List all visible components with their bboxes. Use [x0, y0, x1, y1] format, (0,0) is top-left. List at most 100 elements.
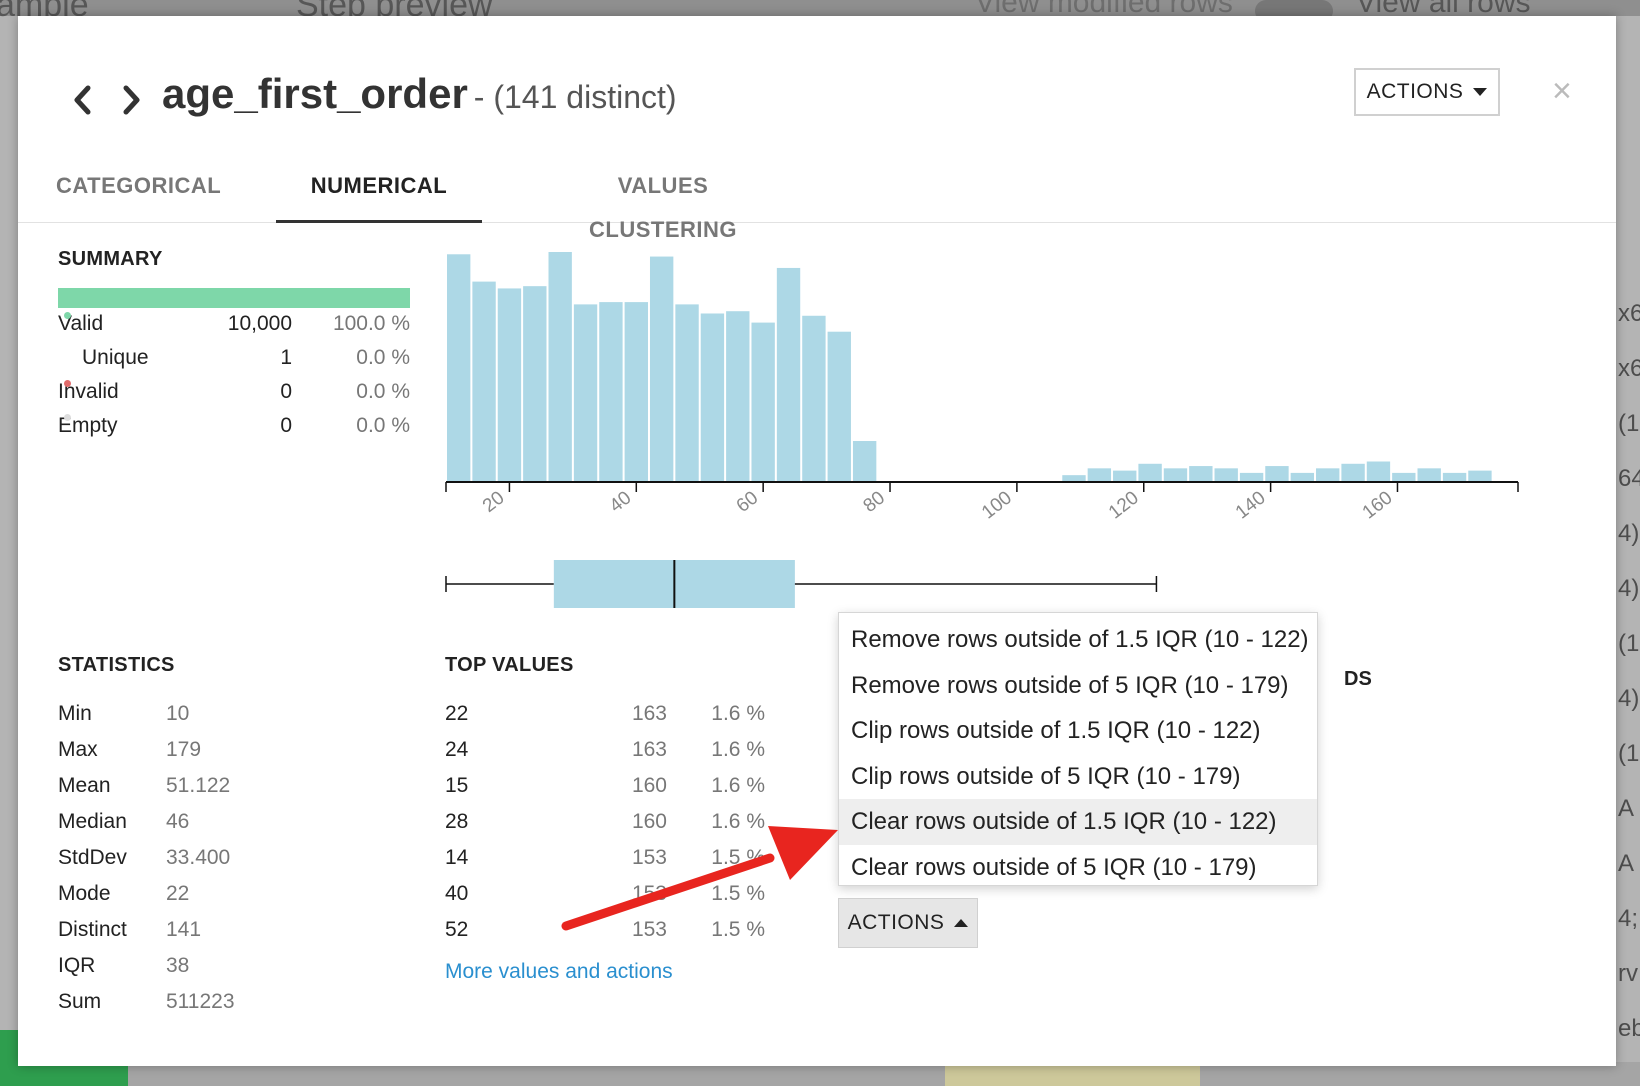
- outlier-menu-item[interactable]: Clear rows outside of 1.5 IQR (10 - 122): [839, 799, 1317, 845]
- histogram-bar: [1265, 466, 1289, 482]
- histogram-bar: [1468, 470, 1492, 482]
- summary-label: Unique: [82, 346, 149, 369]
- tab-categorical[interactable]: CATEGORICAL: [56, 164, 221, 220]
- background-right-text: x6: [1618, 300, 1640, 327]
- histogram-bar: [675, 304, 699, 482]
- background-right-text: A: [1618, 850, 1635, 877]
- statistic-name: Min: [58, 702, 92, 725]
- analysis-tabs: CATEGORICAL NUMERICAL VALUES CLUSTERING: [18, 164, 1616, 242]
- statistic-value: 46: [166, 810, 190, 833]
- top-value-count: 160: [631, 774, 667, 797]
- modal-title: age_first_order - (141 distinct): [162, 70, 677, 118]
- top-value: 40: [445, 882, 469, 905]
- top-value-row[interactable]: 14 153 1.5 %: [445, 846, 765, 880]
- hidden-section-title-fragment: DS: [1344, 668, 1372, 690]
- x-tick-label: 80: [860, 487, 890, 517]
- x-tick-label: 40: [606, 487, 636, 517]
- histogram-bar: [1417, 468, 1441, 482]
- statistic-name: IQR: [58, 954, 96, 977]
- statistic-value: 10: [166, 702, 190, 725]
- top-value: 22: [445, 702, 469, 725]
- top-value-row[interactable]: 22 163 1.6 %: [445, 702, 765, 736]
- background-right-text: rv: [1618, 960, 1638, 987]
- outlier-menu-item[interactable]: Clip rows outside of 1.5 IQR (10 - 122): [839, 708, 1317, 754]
- histogram-bar: [852, 441, 877, 482]
- summary-row-invalid: Invalid 0 0.0 %: [58, 380, 410, 414]
- histogram-bar: [802, 315, 826, 482]
- x-tick-label: 100: [978, 487, 1016, 523]
- background-right-text: 4) /: [1618, 520, 1640, 547]
- summary-percent: 0.0 %: [356, 414, 410, 437]
- top-value-row[interactable]: 40 153 1.5 %: [445, 882, 765, 916]
- background-right-text: (1: [1618, 630, 1640, 657]
- x-tick-label: 20: [479, 487, 509, 517]
- top-value-percent: 1.5 %: [711, 882, 765, 905]
- top-value-row[interactable]: 52 153 1.5 %: [445, 918, 765, 952]
- tab-values-clustering[interactable]: VALUES CLUSTERING: [550, 164, 776, 242]
- statistic-name: Median: [58, 810, 127, 833]
- outlier-actions-button[interactable]: ACTIONS: [838, 898, 978, 948]
- summary-title: SUMMARY: [58, 248, 163, 270]
- histogram-bar: [472, 281, 496, 482]
- background-right-text: x6: [1618, 355, 1640, 382]
- histogram-bar: [649, 256, 674, 482]
- histogram-bar: [1392, 472, 1416, 482]
- more-values-link[interactable]: More values and actions: [445, 960, 673, 984]
- statistic-name: Mode: [58, 882, 111, 905]
- histogram-bar: [1316, 468, 1340, 482]
- top-value: 28: [445, 810, 469, 833]
- histogram-bar: [1239, 472, 1264, 482]
- background-right-text: A: [1618, 795, 1635, 822]
- histogram-bar: [827, 331, 851, 482]
- top-value-count: 163: [631, 738, 667, 761]
- top-value: 14: [445, 846, 469, 869]
- outlier-actions-label: ACTIONS: [847, 911, 945, 934]
- x-tick-label: 140: [1232, 487, 1270, 523]
- statistic-value: 179: [166, 738, 202, 761]
- summary-row-empty: Empty 0 0.0 %: [58, 414, 410, 448]
- background-right-text: 4; l: [1618, 905, 1640, 932]
- x-tick-label: 160: [1359, 487, 1397, 523]
- background-right-text: (1: [1618, 410, 1640, 437]
- chevron-left-icon: [74, 85, 91, 115]
- top-value-percent: 1.6 %: [711, 810, 765, 833]
- histogram-bar: [700, 313, 725, 482]
- statistic-value: 22: [166, 882, 190, 905]
- outlier-menu-item[interactable]: Remove rows outside of 1.5 IQR (10 - 122…: [839, 617, 1317, 663]
- histogram-bar: [1138, 463, 1162, 482]
- top-value-percent: 1.5 %: [711, 846, 765, 869]
- statistic-value: 38: [166, 954, 190, 977]
- close-icon[interactable]: ×: [1552, 74, 1572, 108]
- top-value-percent: 1.6 %: [711, 738, 765, 761]
- outlier-menu-item[interactable]: Remove rows outside of 5 IQR (10 - 179): [839, 663, 1317, 709]
- background-right-text: 4) /: [1618, 685, 1640, 712]
- chevron-right-icon: [123, 85, 140, 115]
- summary-percent: 0.0 %: [356, 380, 410, 403]
- top-value: 15: [445, 774, 469, 797]
- top-value-row[interactable]: 24 163 1.6 %: [445, 738, 765, 772]
- summary-count: 10,000: [227, 312, 292, 335]
- header-actions-button[interactable]: ACTIONS: [1354, 68, 1500, 116]
- top-value-row[interactable]: 15 160 1.6 %: [445, 774, 765, 808]
- summary-percent: 100.0 %: [332, 312, 410, 335]
- histogram-bar: [776, 267, 801, 482]
- histogram-bar: [1214, 468, 1238, 482]
- statistic-name: Max: [58, 738, 98, 761]
- statistic-value: 51.122: [166, 774, 231, 797]
- previous-column-button[interactable]: [64, 80, 100, 120]
- summary-row-valid: Valid 10,000 100.0 %: [58, 312, 410, 346]
- summary-count: 0: [280, 380, 292, 403]
- histogram-bar: [497, 288, 522, 482]
- x-tick-label: 120: [1105, 487, 1143, 523]
- outlier-menu-item[interactable]: Clip rows outside of 5 IQR (10 - 179): [839, 754, 1317, 800]
- top-value-count: 163: [631, 702, 667, 725]
- histogram-bar: [599, 302, 623, 482]
- next-column-button[interactable]: [114, 80, 150, 120]
- statistic-name: Sum: [58, 990, 102, 1013]
- top-value: 24: [445, 738, 469, 761]
- background-right-column: x6x6(1644) /4) /(14) /(1AA4; lrveb: [1618, 300, 1640, 1070]
- tab-numerical[interactable]: NUMERICAL: [276, 164, 482, 223]
- outlier-menu-item[interactable]: Clear rows outside of 5 IQR (10 - 179): [839, 845, 1317, 891]
- top-value-row[interactable]: 28 160 1.6 %: [445, 810, 765, 844]
- histogram-bar: [1341, 463, 1365, 482]
